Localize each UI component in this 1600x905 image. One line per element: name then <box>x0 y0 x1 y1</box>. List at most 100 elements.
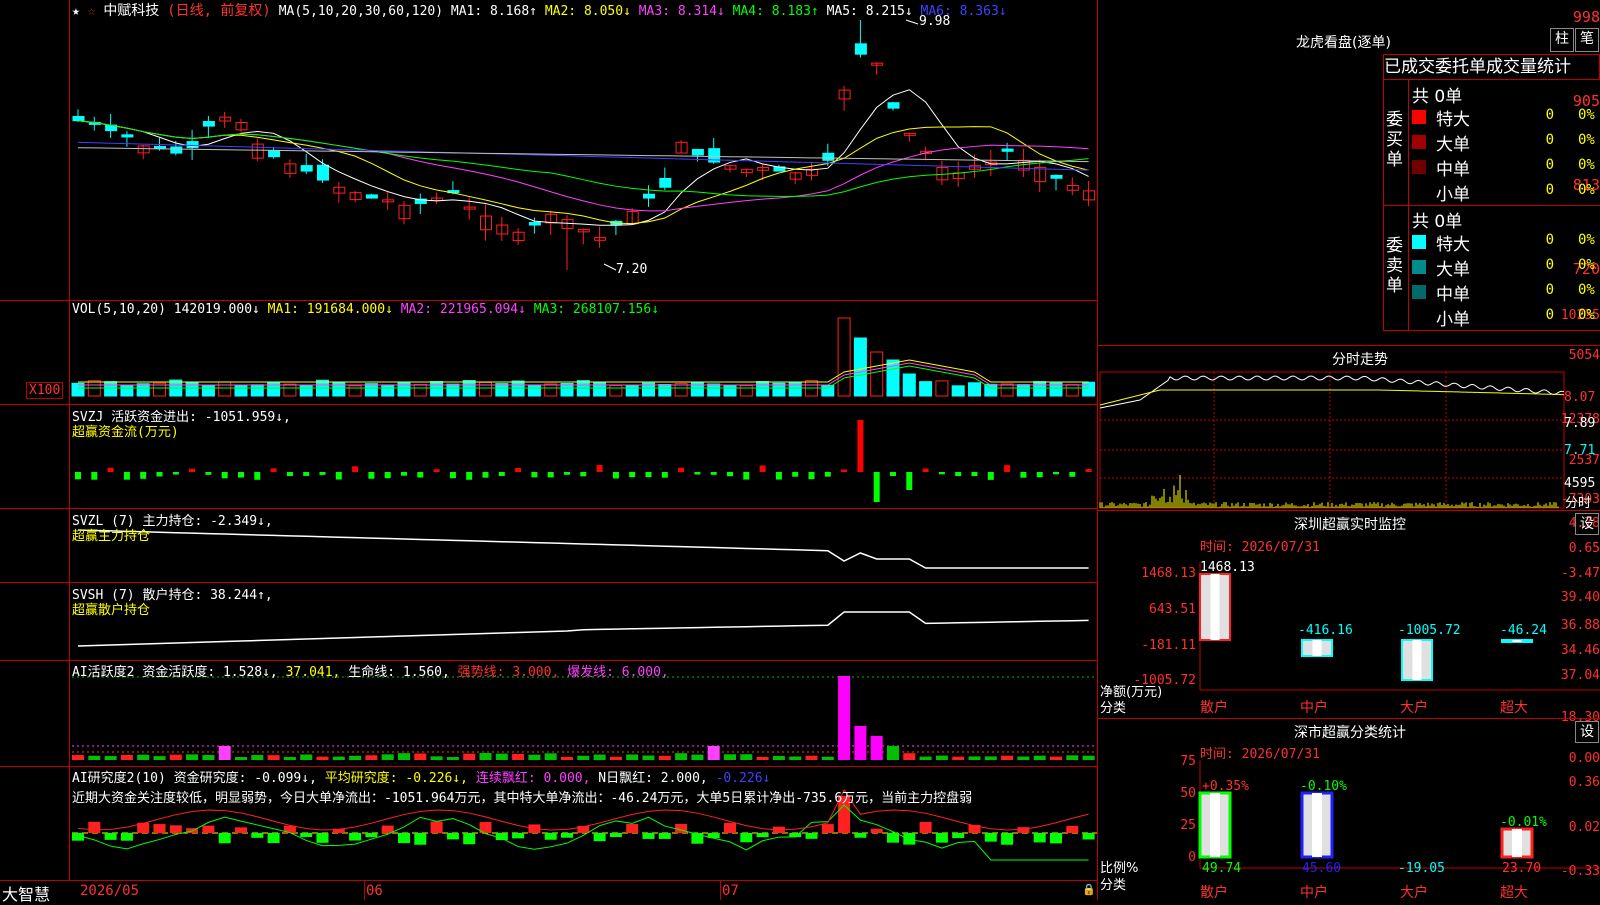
vol-bar-25 <box>479 381 492 397</box>
ai2-bar-20 <box>398 833 410 844</box>
ai2-bar-46 <box>821 824 834 833</box>
svzj-bar-44 <box>792 472 799 477</box>
ai1-bar-44 <box>789 756 802 760</box>
buy-row-pct-1: 0% <box>1578 132 1595 148</box>
szc-bottom-2: -19.05 <box>1398 861 1445 876</box>
buy-row-name-3: 小单 <box>1436 185 1470 205</box>
vol-bar-53 <box>935 380 949 397</box>
lock-icon[interactable]: 🔒 <box>1082 883 1096 896</box>
vol-bar-13 <box>283 383 297 397</box>
ai2-bar-24 <box>463 833 476 845</box>
ai2-bar-8 <box>202 825 215 833</box>
svzj-bar-52 <box>922 468 929 472</box>
sz-bar-super-shine <box>1512 640 1522 642</box>
ai2-bar-58 <box>1017 827 1030 833</box>
szc-category-0: 散户 <box>1200 885 1228 901</box>
ai1-label1: 资金活跃度: 1.528↓, <box>142 665 278 680</box>
ai1-bar-22 <box>430 756 443 760</box>
sell-row-count-3: 0 <box>1545 307 1554 323</box>
candle-body-0 <box>72 115 85 122</box>
vol-bar-36 <box>658 383 672 397</box>
ai1-bar-48 <box>854 726 867 760</box>
ai2-bar-41 <box>740 833 753 843</box>
szc-category-3: 超大 <box>1500 885 1528 901</box>
tab-filled[interactable]: 已成交 <box>1384 57 1435 77</box>
ai1-bar-31 <box>577 755 590 760</box>
svzl-sub: 超赢主力持仓 <box>72 529 151 544</box>
svsh-axis-top: 39.40 <box>1560 590 1600 605</box>
buy-row-count-0: 0 <box>1545 107 1554 123</box>
sz-class-settings-button[interactable]: 设 <box>1575 721 1599 743</box>
ai2-bar-61 <box>1066 825 1079 833</box>
ai1-bar-40 <box>724 754 736 760</box>
ai1-bar-1 <box>88 755 101 760</box>
szc-top-1: -0.10% <box>1300 779 1347 794</box>
ai2-bar-1 <box>88 821 101 833</box>
svsh-label: 散户持仓: 38.244↑, <box>142 588 273 603</box>
ai2-bar-18 <box>365 833 378 838</box>
svzj-bar-22 <box>433 469 440 472</box>
svzj-bar-33 <box>612 472 619 479</box>
vol-bar-27 <box>511 380 525 397</box>
sz-monitor-settings-button[interactable]: 设 <box>1575 513 1599 535</box>
ai1-bar-7 <box>186 754 199 760</box>
sz-monitor-top-border <box>1097 510 1600 511</box>
vol-unit-label[interactable]: X100 <box>26 382 64 399</box>
vol-axis-mid: 5054 <box>1568 348 1600 363</box>
vol-bar-9 <box>218 381 232 397</box>
ai1-bar-6 <box>169 754 182 760</box>
brand-logo[interactable]: 大智慧 <box>2 881 50 905</box>
tab-volume-stats[interactable]: 成交量统计 <box>1486 57 1571 77</box>
ma1-value: MA1: 8.168↑ <box>450 4 537 19</box>
svsh-axis-mid: 36.88 <box>1560 618 1600 633</box>
star-outline-icon[interactable]: ☆ <box>88 4 96 19</box>
ai1-bar-30 <box>561 756 573 760</box>
svzj-bar-30 <box>564 472 570 475</box>
price-axis-998: 998 <box>1572 8 1600 26</box>
ai1-bar-47 <box>838 676 851 760</box>
ai1-bar-20 <box>398 753 410 760</box>
column-view-button[interactable]: 柱 <box>1550 28 1574 52</box>
ai1-bar-3 <box>120 754 133 760</box>
ai2-bar-2 <box>104 833 117 840</box>
ai2-bar-22 <box>430 821 443 833</box>
period-label[interactable]: (日线, 前复权) <box>167 3 271 19</box>
ma6-line <box>77 141 1089 171</box>
vol-bar-40 <box>723 385 737 397</box>
svzj-bar-51 <box>906 472 913 490</box>
sz-class-top-border <box>1097 718 1600 719</box>
ai1-bar-13 <box>283 756 296 760</box>
candle-body-57 <box>1001 148 1014 152</box>
ma1-line <box>77 89 1089 226</box>
buy-orders-label: 委买单 <box>1386 110 1403 170</box>
stock-name: 中赋科技 <box>103 3 160 19</box>
sell-row-pct-2: 0% <box>1578 282 1595 298</box>
vol-bar-56 <box>984 383 998 397</box>
order-panel-split <box>1383 205 1600 206</box>
vol-bar-28 <box>527 384 541 397</box>
sell-swatch-2 <box>1412 285 1426 299</box>
szc-category-1: 中户 <box>1300 885 1328 901</box>
ai1-label5: 爆发线: 6.000, <box>567 665 669 680</box>
svzl-label: 主力持仓: -2.349↓, <box>142 514 273 529</box>
svzj-bar-42 <box>759 465 766 472</box>
vol-ma3: MA3: 268107.156↓ <box>533 302 660 317</box>
candle-body-38 <box>691 148 704 156</box>
pen-view-button[interactable]: 笔 <box>1575 28 1599 52</box>
ai2-axis-mid: 0.02 <box>1568 820 1600 835</box>
ai1-bar-11 <box>251 755 264 760</box>
sell-row-name-2: 中单 <box>1436 285 1470 305</box>
szc-bar-mid-shine <box>1312 793 1322 857</box>
svzj-bar-25 <box>482 472 489 478</box>
svsh-sub: 超赢散户持仓 <box>72 603 151 618</box>
ai1-bar-9 <box>218 746 231 760</box>
svzj-bar-13 <box>286 472 293 477</box>
svzj-bar-54 <box>955 472 962 477</box>
ai1-bar-62 <box>1082 755 1095 760</box>
buy-row-pct-0: 0% <box>1578 107 1595 123</box>
szc-axis-4: 0 <box>1188 850 1196 865</box>
szc-axis-2: 50 <box>1180 786 1196 801</box>
ai1-bar-50 <box>887 746 899 760</box>
star-icon[interactable]: ★ <box>72 4 80 19</box>
tab-orders[interactable]: 委托单 <box>1435 57 1486 77</box>
